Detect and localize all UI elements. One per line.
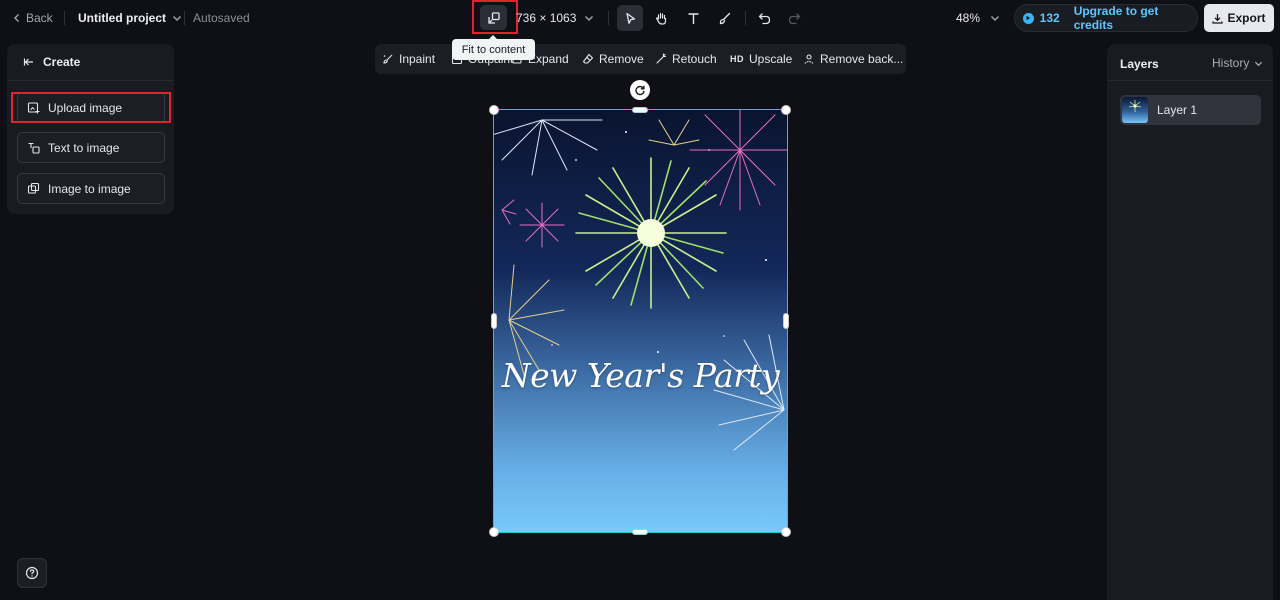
pointer-icon: [625, 12, 635, 24]
fit-to-content-button[interactable]: [480, 5, 507, 30]
redo-button[interactable]: [781, 5, 807, 31]
back-button[interactable]: Back: [12, 0, 53, 36]
undo-icon: [758, 12, 770, 24]
upload-image-icon: [27, 102, 40, 114]
brush-tool-button[interactable]: [711, 5, 737, 31]
chevron-left-icon: [14, 14, 19, 22]
help-icon: [25, 566, 39, 580]
create-panel: Create Upload image Text to image Image …: [7, 44, 174, 214]
create-title: Create: [43, 55, 81, 69]
hand-icon: [655, 12, 666, 25]
remove-button[interactable]: Remove: [582, 44, 644, 74]
fit-content-icon: [487, 11, 500, 24]
retouch-button[interactable]: Retouch: [655, 44, 717, 74]
layers-title: Layers: [1120, 57, 1159, 71]
canvas-size-dropdown[interactable]: 736 × 1063: [516, 0, 594, 36]
retouch-label: Retouch: [672, 52, 717, 66]
layer-thumbnail: [1122, 97, 1148, 123]
divider: [64, 11, 65, 25]
resize-handle-bottom-left[interactable]: [489, 527, 499, 537]
fit-to-content-tooltip: Fit to content: [452, 35, 535, 60]
arrow-left-icon: [23, 58, 33, 66]
autosave-status: Autosaved: [193, 11, 250, 25]
text-tool-button[interactable]: [680, 5, 706, 31]
layer-name: Layer 1: [1157, 103, 1198, 117]
brush-icon: [719, 12, 730, 24]
resize-handle-right[interactable]: [783, 313, 789, 329]
zoom-level: 48%: [956, 11, 981, 25]
chevron-down-icon: [585, 16, 594, 21]
project-title: Untitled project: [78, 11, 167, 25]
firework-gold: [508, 119, 700, 376]
layers-panel-header: Layers History: [1107, 44, 1273, 81]
redo-icon: [788, 12, 800, 24]
inpaint-label: Inpaint: [399, 52, 436, 66]
resize-handle-top-right[interactable]: [781, 105, 791, 115]
chevron-down-icon: [173, 16, 182, 21]
retouch-icon: [656, 53, 667, 64]
download-icon: [1212, 13, 1224, 24]
remove-background-label: Remove back...: [820, 52, 904, 66]
remove-background-icon: [804, 54, 814, 64]
credits-icon: [1023, 12, 1034, 24]
divider: [745, 11, 746, 25]
upscale-button[interactable]: HD Upscale: [730, 44, 792, 74]
canvas-image[interactable]: New Year's Party: [494, 110, 787, 532]
canvas-dimensions: 736 × 1063: [516, 11, 577, 25]
rotate-icon: [635, 85, 645, 96]
stars: [551, 131, 767, 371]
top-bar: Back Untitled project Autosaved 736 × 10…: [0, 0, 1280, 36]
upgrade-label: Upgrade to get credits: [1073, 4, 1159, 32]
upload-image-label: Upload image: [48, 100, 123, 115]
back-label: Back: [26, 11, 53, 25]
resize-handle-bottom-right[interactable]: [781, 527, 791, 537]
credits-upgrade-button[interactable]: 132 Upgrade to get credits: [1014, 4, 1198, 32]
upscale-label: Upscale: [749, 52, 793, 66]
divider: [184, 11, 185, 25]
image-to-image-label: Image to image: [48, 181, 131, 196]
history-dropdown[interactable]: History: [1212, 56, 1263, 70]
layers-panel: Layers History Layer 1: [1107, 44, 1273, 600]
chevron-down-icon: [991, 16, 1000, 21]
text-to-image-button[interactable]: Text to image: [17, 132, 165, 163]
resize-handle-bottom[interactable]: [632, 529, 648, 535]
layer-item[interactable]: Layer 1: [1120, 95, 1261, 125]
rotate-handle[interactable]: [630, 80, 650, 100]
inpaint-icon: [383, 54, 393, 64]
hd-icon: HD: [730, 54, 744, 64]
upload-image-button[interactable]: Upload image: [17, 92, 165, 123]
image-to-image-button[interactable]: Image to image: [17, 173, 165, 204]
resize-handle-top-left[interactable]: [489, 105, 499, 115]
resize-handle-left[interactable]: [491, 313, 497, 329]
divider: [608, 11, 609, 25]
export-label: Export: [1227, 11, 1266, 25]
remove-background-button[interactable]: Remove back...: [803, 44, 903, 74]
zoom-dropdown[interactable]: 48%: [956, 0, 1000, 36]
help-button[interactable]: [17, 558, 47, 588]
resize-handle-top[interactable]: [632, 107, 648, 113]
project-title-dropdown[interactable]: Untitled project: [78, 0, 182, 36]
export-button[interactable]: Export: [1204, 4, 1274, 32]
credits-count: 132: [1039, 11, 1060, 25]
create-header-button[interactable]: Create: [7, 44, 174, 81]
inpaint-button[interactable]: Inpaint: [382, 44, 435, 74]
select-tool-button[interactable]: [617, 5, 643, 31]
eraser-icon: [582, 53, 594, 64]
remove-label: Remove: [599, 52, 644, 66]
history-label: History: [1212, 56, 1250, 70]
hand-tool-button[interactable]: [648, 5, 674, 31]
image-caption: New Year's Party: [501, 356, 780, 395]
text-icon: [688, 12, 698, 24]
firework-green: [575, 157, 727, 309]
image-to-image-icon: [27, 182, 40, 194]
text-to-image-icon: [28, 142, 40, 154]
undo-button[interactable]: [751, 5, 777, 31]
chevron-down-icon: [1255, 61, 1263, 66]
fireworks-graphic: [494, 110, 787, 451]
text-to-image-label: Text to image: [48, 140, 120, 155]
